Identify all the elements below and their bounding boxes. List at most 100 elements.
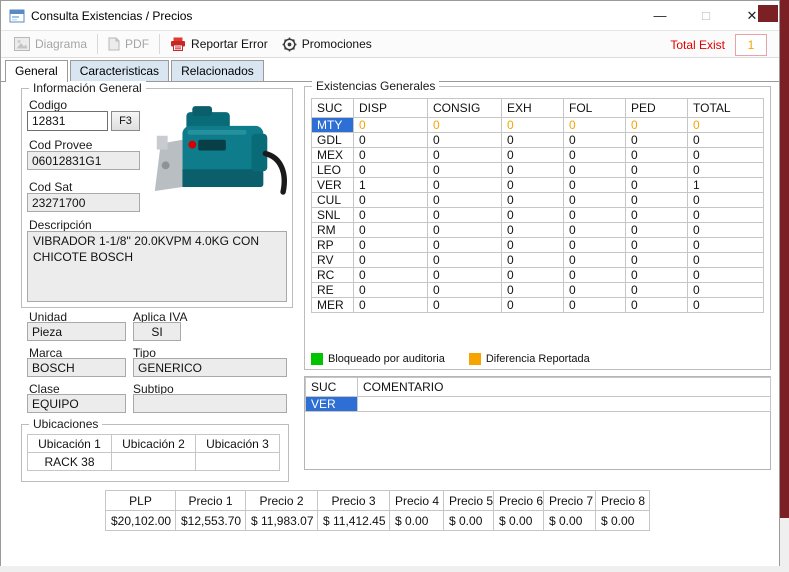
stock-value-cell[interactable]: 0 <box>501 282 564 298</box>
stock-value-cell[interactable]: 0 <box>353 267 428 283</box>
existencias-row[interactable]: RP 0 0 0 0 0 0 <box>311 237 764 253</box>
descripcion-input[interactable]: VIBRADOR 1-1/8'' 20.0KVPM 4.0KG CON CHIC… <box>27 231 287 302</box>
existencias-header-cell[interactable]: SUC <box>311 98 354 118</box>
stock-value-cell[interactable]: 1 <box>687 177 764 193</box>
stock-value-cell[interactable]: 0 <box>501 222 564 238</box>
diagrama-button[interactable]: Diagrama <box>7 35 94 53</box>
precio-value-cell[interactable]: $20,102.00 <box>105 510 176 531</box>
existencias-row[interactable]: RM 0 0 0 0 0 0 <box>311 222 764 238</box>
stock-value-cell[interactable]: 0 <box>563 162 626 178</box>
existencias-row[interactable]: RV 0 0 0 0 0 0 <box>311 252 764 268</box>
stock-value-cell[interactable]: 0 <box>625 237 688 253</box>
stock-value-cell[interactable]: 0 <box>625 147 688 163</box>
stock-value-cell[interactable]: 0 <box>563 297 626 313</box>
comentarios-header-cell[interactable]: SUC <box>305 377 358 397</box>
existencias-header-cell[interactable]: DISP <box>353 98 428 118</box>
stock-value-cell[interactable]: 0 <box>563 132 626 148</box>
stock-value-cell[interactable]: 0 <box>427 147 502 163</box>
stock-value-cell[interactable]: 0 <box>687 222 764 238</box>
stock-value-cell[interactable]: 0 <box>687 252 764 268</box>
stock-value-cell[interactable]: 0 <box>563 237 626 253</box>
existencias-row[interactable]: VER 1 0 0 0 0 1 <box>311 177 764 193</box>
stock-value-cell[interactable]: 0 <box>687 297 764 313</box>
stock-value-cell[interactable]: 0 <box>501 252 564 268</box>
suc-cell[interactable]: VER <box>311 177 354 193</box>
stock-value-cell[interactable]: 0 <box>625 297 688 313</box>
suc-cell[interactable]: MTY <box>311 117 354 133</box>
stock-value-cell[interactable]: 0 <box>427 222 502 238</box>
precio-value-cell[interactable]: $ 0.00 <box>493 510 544 531</box>
existencias-header-cell[interactable]: TOTAL <box>687 98 764 118</box>
stock-value-cell[interactable]: 0 <box>687 237 764 253</box>
stock-value-cell[interactable]: 0 <box>625 162 688 178</box>
stock-value-cell[interactable]: 0 <box>427 117 502 133</box>
stock-value-cell[interactable]: 0 <box>625 117 688 133</box>
stock-value-cell[interactable]: 0 <box>687 282 764 298</box>
stock-value-cell[interactable]: 0 <box>427 297 502 313</box>
stock-value-cell[interactable]: 0 <box>353 117 428 133</box>
existencias-row[interactable]: MEX 0 0 0 0 0 0 <box>311 147 764 163</box>
stock-value-cell[interactable]: 0 <box>501 147 564 163</box>
stock-value-cell[interactable]: 0 <box>687 132 764 148</box>
stock-value-cell[interactable]: 0 <box>501 192 564 208</box>
precio-value-cell[interactable]: $ 0.00 <box>543 510 596 531</box>
stock-value-cell[interactable]: 0 <box>427 282 502 298</box>
stock-value-cell[interactable]: 0 <box>353 147 428 163</box>
suc-cell[interactable]: MER <box>311 297 354 313</box>
stock-value-cell[interactable]: 0 <box>563 207 626 223</box>
ubicacion-value-cell[interactable] <box>111 452 196 471</box>
tipo-input[interactable]: GENERICO <box>133 358 287 377</box>
stock-value-cell[interactable]: 0 <box>687 117 764 133</box>
existencias-row[interactable]: GDL 0 0 0 0 0 0 <box>311 132 764 148</box>
stock-value-cell[interactable]: 0 <box>427 207 502 223</box>
comentarios-header-cell[interactable]: COMENTARIO <box>357 377 771 397</box>
ubicacion-value-cell[interactable]: RACK 38 <box>27 452 112 471</box>
suc-cell[interactable]: SNL <box>311 207 354 223</box>
f3-button[interactable]: F3 <box>111 111 140 131</box>
existencias-row[interactable]: RE 0 0 0 0 0 0 <box>311 282 764 298</box>
stock-value-cell[interactable]: 0 <box>427 162 502 178</box>
stock-value-cell[interactable]: 0 <box>501 117 564 133</box>
existencias-header-cell[interactable]: PED <box>625 98 688 118</box>
tab-caracteristicas[interactable]: Caracteristicas <box>69 60 170 81</box>
stock-value-cell[interactable]: 0 <box>353 207 428 223</box>
stock-value-cell[interactable]: 0 <box>353 282 428 298</box>
suc-cell[interactable]: RM <box>311 222 354 238</box>
cod-sat-input[interactable]: 23271700 <box>27 193 140 212</box>
stock-value-cell[interactable]: 0 <box>687 147 764 163</box>
stock-value-cell[interactable]: 0 <box>501 207 564 223</box>
maximize-button[interactable]: □ <box>683 1 729 30</box>
titlebar[interactable]: Consulta Existencias / Precios — □ ✕ <box>1 1 779 30</box>
suc-cell[interactable]: RC <box>311 267 354 283</box>
tab-relacionados[interactable]: Relacionados <box>171 60 264 81</box>
comentario-suc-cell[interactable]: VER <box>305 396 358 412</box>
stock-value-cell[interactable]: 0 <box>501 162 564 178</box>
aplica-iva-input[interactable]: SI <box>133 322 181 341</box>
stock-value-cell[interactable]: 0 <box>501 297 564 313</box>
comentario-text-cell[interactable] <box>357 396 771 412</box>
subtipo-input[interactable] <box>133 394 287 413</box>
stock-value-cell[interactable]: 0 <box>687 207 764 223</box>
stock-value-cell[interactable]: 0 <box>353 162 428 178</box>
reportar-error-button[interactable]: Reportar Error <box>163 35 275 53</box>
existencias-row[interactable]: SNL 0 0 0 0 0 0 <box>311 207 764 223</box>
stock-value-cell[interactable]: 0 <box>427 267 502 283</box>
existencias-row[interactable]: RC 0 0 0 0 0 0 <box>311 267 764 283</box>
stock-value-cell[interactable]: 0 <box>563 147 626 163</box>
stock-value-cell[interactable]: 0 <box>625 282 688 298</box>
suc-cell[interactable]: CUL <box>311 192 354 208</box>
existencias-header-cell[interactable]: CONSIG <box>427 98 502 118</box>
existencias-row[interactable]: LEO 0 0 0 0 0 0 <box>311 162 764 178</box>
precio-value-cell[interactable]: $ 0.00 <box>443 510 494 531</box>
stock-value-cell[interactable]: 0 <box>427 132 502 148</box>
stock-value-cell[interactable]: 0 <box>563 282 626 298</box>
stock-value-cell[interactable]: 0 <box>625 207 688 223</box>
suc-cell[interactable]: MEX <box>311 147 354 163</box>
suc-cell[interactable]: RE <box>311 282 354 298</box>
stock-value-cell[interactable]: 0 <box>687 267 764 283</box>
stock-value-cell[interactable]: 0 <box>353 252 428 268</box>
precio-value-cell[interactable]: $ 11,412.45 <box>317 510 390 531</box>
comentarios-row[interactable]: VER <box>305 396 771 412</box>
marca-input[interactable]: BOSCH <box>27 358 126 377</box>
stock-value-cell[interactable]: 0 <box>353 192 428 208</box>
